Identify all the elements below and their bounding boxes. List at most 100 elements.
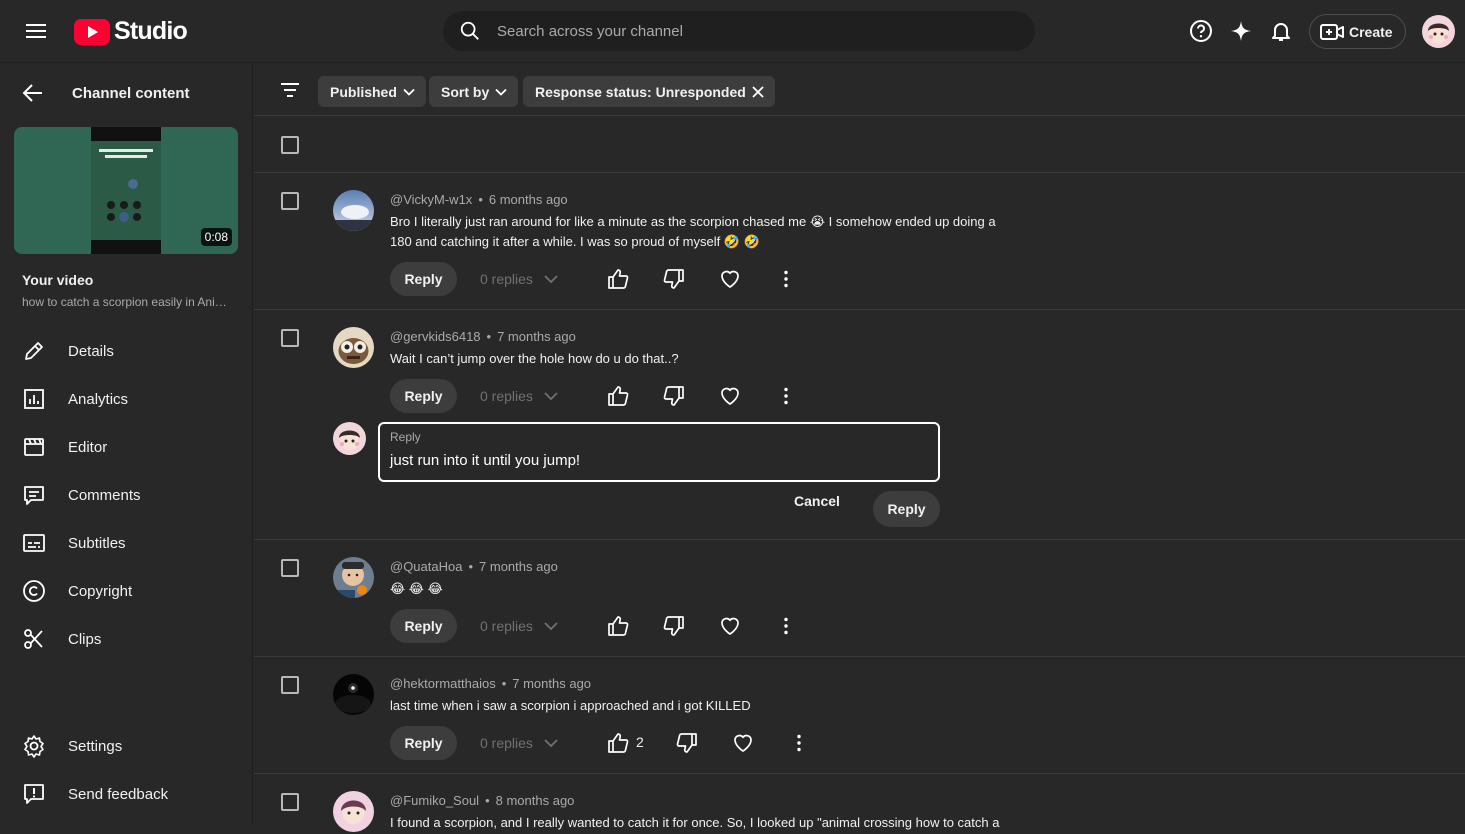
filter-icon[interactable] [278,78,302,102]
sidebar-item-editor[interactable]: Editor [0,423,253,471]
replies-count: 0 replies [480,618,533,634]
comment-actions: Reply 0 replies [390,609,890,643]
reply-button[interactable]: Reply [390,726,457,760]
reply-input-box[interactable]: Reply just run into it until you jump! [378,422,940,482]
reply-button[interactable]: Reply [390,379,457,413]
reply-input-label: Reply [390,430,421,444]
heart-icon[interactable] [718,614,742,638]
thumbs-down-icon[interactable] [675,731,699,755]
comment-checkbox[interactable] [281,793,299,811]
meta-separator: • [468,559,474,574]
comment-text: Wait I can’t jump over the hole how do u… [390,351,679,366]
comment-meta: @gervkids6418 • 7 months ago [390,329,576,344]
comment-author[interactable]: @Fumiko_Soul [390,793,479,808]
replies-toggle[interactable]: 0 replies [480,388,559,404]
chevron-down-icon [403,88,415,96]
comment-time[interactable]: 6 months ago [489,192,568,207]
cancel-button[interactable]: Cancel [794,493,840,509]
response-status-chip[interactable]: Response status: Unresponded [523,76,775,107]
sparkle-icon[interactable] [1225,15,1257,47]
sidebar-item-analytics[interactable]: Analytics [0,375,253,423]
comment-meta: @Fumiko_Soul • 8 months ago [390,793,574,808]
comment-row: @QuataHoa • 7 months ago 😂 😂 😂 Reply 0 rep… [254,540,1465,657]
hamburger-menu-icon[interactable] [20,15,52,47]
comment-author[interactable]: @gervkids6418 [390,329,481,344]
thumbs-down-icon[interactable] [662,267,686,291]
comment-author[interactable]: @hektormatthaios [390,676,496,691]
search-input[interactable] [497,22,997,40]
back-to-channel-content[interactable]: Channel content [22,83,190,103]
comment-checkbox[interactable] [281,329,299,347]
feedback-icon [24,784,44,804]
comment-time[interactable]: 7 months ago [512,676,591,691]
select-all-checkbox[interactable] [281,136,299,154]
reply-button[interactable]: Reply [390,262,457,296]
sidebar-item-label: Copyright [68,582,133,600]
close-icon[interactable] [751,85,765,99]
search-bar[interactable] [443,11,1035,51]
thumbs-up-icon[interactable] [606,267,630,291]
notifications-bell-icon[interactable] [1265,15,1297,47]
studio-logo[interactable]: Studio [74,17,188,46]
comment-text: 😂 😂 😂 [390,581,443,596]
my-avatar [333,422,366,455]
sidebar-item-copyright[interactable]: Copyright [0,567,253,615]
comment-author[interactable]: @QuataHoa [390,559,462,574]
comment-checkbox[interactable] [281,676,299,694]
commenter-avatar[interactable] [333,327,374,368]
video-camera-plus-icon [1320,23,1344,40]
sort-by-chip[interactable]: Sort by [429,76,519,107]
commenter-avatar[interactable] [333,557,374,598]
clapperboard-icon [24,438,44,456]
more-options-icon[interactable] [774,384,798,408]
sidebar-item-settings[interactable]: Settings [0,722,253,770]
comment-checkbox[interactable] [281,192,299,210]
sidebar-item-label: Send feedback [68,785,169,803]
more-options-icon[interactable] [774,614,798,638]
submit-reply-button[interactable]: Reply [873,491,940,527]
comment-author[interactable]: @VickyM-w1x [390,192,472,207]
sidebar-item-clips[interactable]: Clips [0,615,253,663]
reply-input[interactable]: just run into it until you jump! [390,452,580,469]
sidebar-item-send-feedback[interactable]: Send feedback [0,770,253,818]
help-icon[interactable] [1185,15,1217,47]
thumbs-up-icon[interactable] [606,731,630,755]
chevron-down-icon [544,392,558,401]
sidebar-item-label: Details [68,342,114,360]
sidebar-item-label: Settings [68,737,123,755]
sidebar-item-details[interactable]: Details [0,327,253,375]
replies-toggle[interactable]: 0 replies [480,271,559,287]
comment-time[interactable]: 8 months ago [496,793,575,808]
more-options-icon[interactable] [787,731,811,755]
commenter-avatar[interactable] [333,190,374,231]
replies-toggle[interactable]: 0 replies [480,618,559,634]
reply-button[interactable]: Reply [390,609,457,643]
replies-toggle[interactable]: 0 replies [480,735,559,751]
comment-meta: @hektormatthaios • 7 months ago [390,676,591,691]
meta-separator: • [485,793,490,808]
sidebar-item-comments[interactable]: Comments [0,471,253,519]
commenter-avatar[interactable] [333,791,374,832]
heart-icon[interactable] [718,384,742,408]
comment-checkbox[interactable] [281,559,299,577]
commenter-avatar[interactable] [333,674,374,715]
comment-actions: Reply 0 replies [390,379,890,413]
thumbs-down-icon[interactable] [662,614,686,638]
comment-meta: @QuataHoa • 7 months ago [390,559,558,574]
heart-icon[interactable] [718,267,742,291]
create-button[interactable]: Create [1309,14,1406,49]
account-avatar[interactable] [1422,15,1455,48]
published-filter-chip[interactable]: Published [318,76,426,107]
more-options-icon[interactable] [774,267,798,291]
thumbs-down-icon[interactable] [662,384,686,408]
create-label: Create [1349,23,1393,40]
heart-icon[interactable] [731,731,755,755]
thumbs-up-icon[interactable] [606,614,630,638]
comment-time[interactable]: 7 months ago [497,329,576,344]
sidebar-item-label: Subtitles [68,534,126,552]
replies-count: 0 replies [480,388,533,404]
comment-time[interactable]: 7 months ago [479,559,558,574]
video-thumbnail[interactable]: 0:08 [14,127,238,254]
sidebar-item-subtitles[interactable]: Subtitles [0,519,253,567]
thumbs-up-icon[interactable] [606,384,630,408]
